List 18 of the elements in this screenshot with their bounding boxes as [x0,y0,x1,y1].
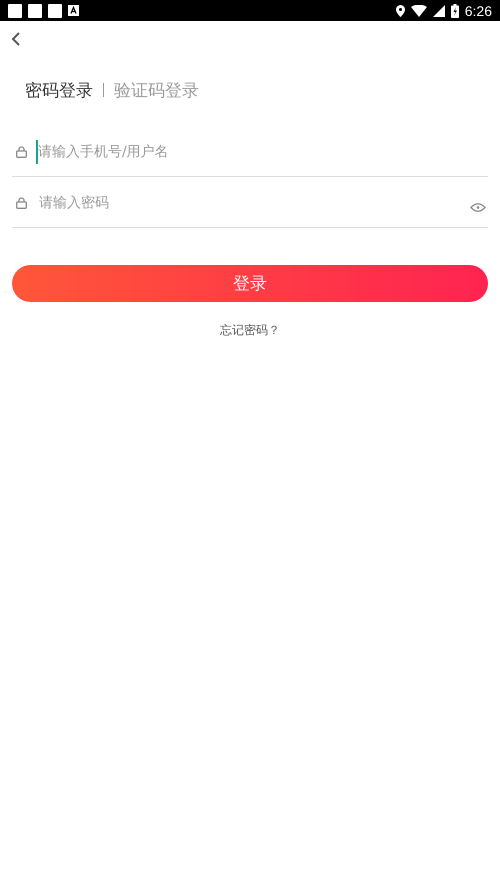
back-icon[interactable] [11,32,21,46]
lock-icon [16,146,27,158]
wifi-icon [410,4,427,16]
notification-icon [8,4,22,18]
notification-icon [68,5,79,16]
login-button[interactable]: 登录 [12,265,488,302]
battery-icon [450,4,459,18]
lock-icon [16,196,27,208]
account-field[interactable]: 请输入手机号/用户名 [36,140,488,164]
notification-icon [28,4,42,18]
location-icon [396,4,405,16]
eye-icon[interactable] [470,202,486,213]
forgot-password-link[interactable]: 忘记密码？ [220,320,280,341]
notification-icon [48,4,62,18]
login-tab[interactable]: 密码登录 [25,78,93,102]
status-time: 6:26 [464,2,492,18]
signal-icon [432,4,445,16]
password-field[interactable]: 请输入密码 [36,190,470,214]
